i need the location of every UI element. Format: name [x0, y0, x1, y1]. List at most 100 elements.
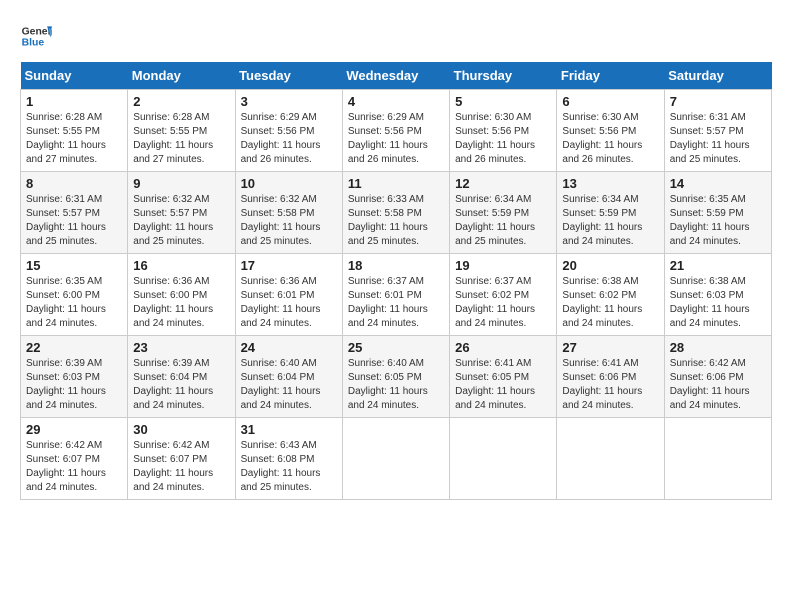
day-detail: Sunrise: 6:42 AM Sunset: 6:06 PM Dayligh… — [670, 357, 766, 413]
day-number: 14 — [670, 176, 766, 191]
day-detail: Sunrise: 6:34 AM Sunset: 5:59 PM Dayligh… — [455, 193, 551, 249]
day-number: 12 — [455, 176, 551, 191]
calendar-cell-day-11: 11 Sunrise: 6:33 AM Sunset: 5:58 PM Dayl… — [342, 172, 449, 254]
day-detail: Sunrise: 6:43 AM Sunset: 6:08 PM Dayligh… — [241, 439, 337, 495]
day-detail: Sunrise: 6:41 AM Sunset: 6:05 PM Dayligh… — [455, 357, 551, 413]
day-number: 23 — [133, 340, 229, 355]
day-detail: Sunrise: 6:30 AM Sunset: 5:56 PM Dayligh… — [455, 111, 551, 167]
calendar-cell-day-31: 31 Sunrise: 6:43 AM Sunset: 6:08 PM Dayl… — [235, 418, 342, 500]
empty-cell — [342, 418, 449, 500]
calendar-cell-day-5: 5 Sunrise: 6:30 AM Sunset: 5:56 PM Dayli… — [450, 90, 557, 172]
day-detail: Sunrise: 6:31 AM Sunset: 5:57 PM Dayligh… — [26, 193, 122, 249]
day-detail: Sunrise: 6:39 AM Sunset: 6:03 PM Dayligh… — [26, 357, 122, 413]
weekday-header-thursday: Thursday — [450, 62, 557, 90]
day-number: 25 — [348, 340, 444, 355]
calendar-cell-day-12: 12 Sunrise: 6:34 AM Sunset: 5:59 PM Dayl… — [450, 172, 557, 254]
day-number: 5 — [455, 94, 551, 109]
page-header: General Blue — [20, 20, 772, 52]
calendar-cell-day-25: 25 Sunrise: 6:40 AM Sunset: 6:05 PM Dayl… — [342, 336, 449, 418]
day-detail: Sunrise: 6:29 AM Sunset: 5:56 PM Dayligh… — [348, 111, 444, 167]
calendar-cell-day-10: 10 Sunrise: 6:32 AM Sunset: 5:58 PM Dayl… — [235, 172, 342, 254]
calendar-cell-day-18: 18 Sunrise: 6:37 AM Sunset: 6:01 PM Dayl… — [342, 254, 449, 336]
day-detail: Sunrise: 6:34 AM Sunset: 5:59 PM Dayligh… — [562, 193, 658, 249]
day-number: 6 — [562, 94, 658, 109]
day-number: 29 — [26, 422, 122, 437]
weekday-header-sunday: Sunday — [21, 62, 128, 90]
day-detail: Sunrise: 6:37 AM Sunset: 6:02 PM Dayligh… — [455, 275, 551, 331]
day-detail: Sunrise: 6:28 AM Sunset: 5:55 PM Dayligh… — [133, 111, 229, 167]
day-number: 4 — [348, 94, 444, 109]
calendar-cell-day-26: 26 Sunrise: 6:41 AM Sunset: 6:05 PM Dayl… — [450, 336, 557, 418]
weekday-header-friday: Friday — [557, 62, 664, 90]
day-number: 22 — [26, 340, 122, 355]
calendar-cell-day-29: 29 Sunrise: 6:42 AM Sunset: 6:07 PM Dayl… — [21, 418, 128, 500]
day-detail: Sunrise: 6:40 AM Sunset: 6:04 PM Dayligh… — [241, 357, 337, 413]
day-detail: Sunrise: 6:38 AM Sunset: 6:03 PM Dayligh… — [670, 275, 766, 331]
day-detail: Sunrise: 6:37 AM Sunset: 6:01 PM Dayligh… — [348, 275, 444, 331]
day-detail: Sunrise: 6:40 AM Sunset: 6:05 PM Dayligh… — [348, 357, 444, 413]
calendar-cell-day-27: 27 Sunrise: 6:41 AM Sunset: 6:06 PM Dayl… — [557, 336, 664, 418]
day-number: 19 — [455, 258, 551, 273]
day-number: 15 — [26, 258, 122, 273]
day-detail: Sunrise: 6:38 AM Sunset: 6:02 PM Dayligh… — [562, 275, 658, 331]
day-number: 10 — [241, 176, 337, 191]
day-number: 26 — [455, 340, 551, 355]
day-number: 11 — [348, 176, 444, 191]
calendar-cell-day-8: 8 Sunrise: 6:31 AM Sunset: 5:57 PM Dayli… — [21, 172, 128, 254]
empty-cell — [450, 418, 557, 500]
calendar-table: SundayMondayTuesdayWednesdayThursdayFrid… — [20, 62, 772, 500]
day-detail: Sunrise: 6:31 AM Sunset: 5:57 PM Dayligh… — [670, 111, 766, 167]
weekday-header-wednesday: Wednesday — [342, 62, 449, 90]
calendar-cell-day-16: 16 Sunrise: 6:36 AM Sunset: 6:00 PM Dayl… — [128, 254, 235, 336]
calendar-cell-day-6: 6 Sunrise: 6:30 AM Sunset: 5:56 PM Dayli… — [557, 90, 664, 172]
day-detail: Sunrise: 6:35 AM Sunset: 6:00 PM Dayligh… — [26, 275, 122, 331]
day-number: 21 — [670, 258, 766, 273]
calendar-cell-day-17: 17 Sunrise: 6:36 AM Sunset: 6:01 PM Dayl… — [235, 254, 342, 336]
day-number: 16 — [133, 258, 229, 273]
calendar-cell-day-2: 2 Sunrise: 6:28 AM Sunset: 5:55 PM Dayli… — [128, 90, 235, 172]
day-number: 2 — [133, 94, 229, 109]
day-number: 7 — [670, 94, 766, 109]
calendar-cell-day-28: 28 Sunrise: 6:42 AM Sunset: 6:06 PM Dayl… — [664, 336, 771, 418]
calendar-cell-day-30: 30 Sunrise: 6:42 AM Sunset: 6:07 PM Dayl… — [128, 418, 235, 500]
day-detail: Sunrise: 6:39 AM Sunset: 6:04 PM Dayligh… — [133, 357, 229, 413]
calendar-cell-day-3: 3 Sunrise: 6:29 AM Sunset: 5:56 PM Dayli… — [235, 90, 342, 172]
day-number: 28 — [670, 340, 766, 355]
day-detail: Sunrise: 6:36 AM Sunset: 6:01 PM Dayligh… — [241, 275, 337, 331]
day-detail: Sunrise: 6:36 AM Sunset: 6:00 PM Dayligh… — [133, 275, 229, 331]
empty-cell — [557, 418, 664, 500]
calendar-cell-day-23: 23 Sunrise: 6:39 AM Sunset: 6:04 PM Dayl… — [128, 336, 235, 418]
weekday-header-monday: Monday — [128, 62, 235, 90]
day-number: 31 — [241, 422, 337, 437]
day-detail: Sunrise: 6:30 AM Sunset: 5:56 PM Dayligh… — [562, 111, 658, 167]
day-number: 30 — [133, 422, 229, 437]
calendar-cell-day-15: 15 Sunrise: 6:35 AM Sunset: 6:00 PM Dayl… — [21, 254, 128, 336]
weekday-header-saturday: Saturday — [664, 62, 771, 90]
day-number: 3 — [241, 94, 337, 109]
day-number: 8 — [26, 176, 122, 191]
calendar-cell-day-7: 7 Sunrise: 6:31 AM Sunset: 5:57 PM Dayli… — [664, 90, 771, 172]
day-number: 9 — [133, 176, 229, 191]
empty-cell — [664, 418, 771, 500]
day-number: 17 — [241, 258, 337, 273]
day-detail: Sunrise: 6:41 AM Sunset: 6:06 PM Dayligh… — [562, 357, 658, 413]
calendar-cell-day-21: 21 Sunrise: 6:38 AM Sunset: 6:03 PM Dayl… — [664, 254, 771, 336]
day-number: 20 — [562, 258, 658, 273]
day-number: 13 — [562, 176, 658, 191]
logo-icon: General Blue — [20, 20, 52, 52]
logo: General Blue — [20, 20, 56, 52]
svg-text:General: General — [22, 26, 52, 37]
calendar-cell-day-1: 1 Sunrise: 6:28 AM Sunset: 5:55 PM Dayli… — [21, 90, 128, 172]
day-detail: Sunrise: 6:35 AM Sunset: 5:59 PM Dayligh… — [670, 193, 766, 249]
calendar-cell-day-4: 4 Sunrise: 6:29 AM Sunset: 5:56 PM Dayli… — [342, 90, 449, 172]
day-number: 1 — [26, 94, 122, 109]
day-detail: Sunrise: 6:33 AM Sunset: 5:58 PM Dayligh… — [348, 193, 444, 249]
day-number: 24 — [241, 340, 337, 355]
weekday-header-tuesday: Tuesday — [235, 62, 342, 90]
day-detail: Sunrise: 6:29 AM Sunset: 5:56 PM Dayligh… — [241, 111, 337, 167]
svg-text:Blue: Blue — [22, 38, 45, 49]
day-detail: Sunrise: 6:32 AM Sunset: 5:58 PM Dayligh… — [241, 193, 337, 249]
calendar-cell-day-24: 24 Sunrise: 6:40 AM Sunset: 6:04 PM Dayl… — [235, 336, 342, 418]
calendar-cell-day-22: 22 Sunrise: 6:39 AM Sunset: 6:03 PM Dayl… — [21, 336, 128, 418]
calendar-cell-day-19: 19 Sunrise: 6:37 AM Sunset: 6:02 PM Dayl… — [450, 254, 557, 336]
